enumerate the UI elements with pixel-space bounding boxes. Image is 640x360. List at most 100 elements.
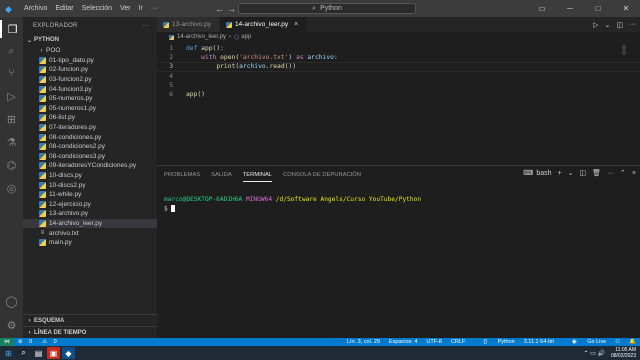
menu-editar[interactable]: Editar [51, 5, 77, 12]
menu-archivo[interactable]: Archivo [20, 5, 51, 12]
file-explorer-icon[interactable]: ▤ [32, 347, 45, 359]
maximize-icon[interactable]: □ [584, 0, 612, 17]
tree-file[interactable]: 12-ejercicio.py [23, 200, 157, 210]
tab-debug-console[interactable]: CONSOLA DE DEPURACIÓN [283, 169, 361, 181]
warnings-status[interactable]: ⚠ 0 [42, 339, 62, 345]
tab-14-archivo-leer[interactable]: 14-archivo_leer.py × [220, 17, 308, 32]
tree-file[interactable]: 08-condiciones2.py [23, 142, 157, 152]
trash-icon[interactable]: 🗑 [592, 169, 601, 177]
layout-icon[interactable]: ▭ [528, 0, 556, 17]
tree-file[interactable]: 03-funcion2.py [23, 75, 157, 85]
tab-output[interactable]: SALIDA [211, 169, 232, 181]
run-debug-icon[interactable]: ▷ [0, 87, 23, 105]
run-dropdown-icon[interactable]: ⌄ [605, 21, 611, 29]
tab-13-archivo[interactable]: 13-archivo.py [157, 17, 221, 32]
tree-file[interactable]: 01-tipo_dato.py [23, 56, 157, 66]
tree-item-label: 07-iteradores.py [49, 124, 96, 132]
folder-header[interactable]: ⌄ PYTHON [23, 34, 157, 46]
menu-ver[interactable]: Ver [116, 5, 135, 12]
testing-icon[interactable]: ⚗ [0, 133, 23, 151]
encoding[interactable]: UTF-8 [426, 339, 442, 345]
explorer-more-button[interactable]: ··· [142, 23, 149, 29]
menu-more[interactable]: ··· [147, 5, 162, 12]
menu-ir[interactable]: Ir [135, 5, 147, 12]
tree-file[interactable]: 09-iteradoresYCondiciones.py [23, 161, 157, 171]
tree-file[interactable]: 06-list.py [23, 113, 157, 123]
warning-count: 0 [53, 339, 57, 345]
shell-name[interactable]: bash [536, 170, 551, 177]
indentation[interactable]: Espacios: 4 [389, 339, 417, 345]
broadcast-icon: ◉ [571, 339, 577, 345]
tab-problems[interactable]: PROBLEMAS [164, 169, 200, 181]
tree-file[interactable]: 08-condiciones.py [23, 132, 157, 142]
search-icon[interactable]: ⌕ [17, 347, 30, 359]
tree-file[interactable]: main.py [23, 238, 157, 248]
remote-icon[interactable]: ◎ [0, 179, 23, 197]
tree-file[interactable]: 10-discs2.py [23, 180, 157, 190]
tree-file[interactable]: 10-discs.py [23, 171, 157, 181]
extensions-icon[interactable]: ⊞ [0, 110, 23, 128]
minimize-icon[interactable]: ─ [556, 0, 584, 17]
cursor-position[interactable]: Lín. 3, col. 29 [347, 339, 380, 345]
end-of-line[interactable]: CRLF [451, 339, 465, 345]
chevron-right-icon: › [28, 317, 31, 324]
tree-file[interactable]: 08-condiciones3.py [23, 152, 157, 162]
outline-section[interactable]: › ESQUEMA [23, 314, 157, 326]
minimap[interactable] [622, 45, 626, 55]
app-red-icon[interactable]: ▣ [47, 347, 60, 359]
chevron-down-icon[interactable]: ⌄ [568, 169, 574, 177]
search-icon[interactable]: ⌕ [0, 42, 23, 60]
code-editor[interactable]: 1 def app(): 2 with open('archivo.txt') … [157, 44, 640, 162]
tree-file[interactable]: 02-funcion.py [23, 65, 157, 75]
tree-file[interactable]: 05-numeros1.py [23, 104, 157, 114]
maximize-panel-icon[interactable]: ⌃ [620, 169, 626, 177]
tree-file[interactable]: ≡ archivo.txt [23, 228, 157, 238]
editor-tabs: 13-archivo.py 14-archivo_leer.py × ▷ ⌄ ◫… [157, 17, 640, 32]
accounts-icon[interactable]: ⚇ [615, 339, 620, 345]
split-terminal-icon[interactable]: ◫ [580, 169, 587, 177]
tree-file[interactable]: 04-funcion3.py [23, 84, 157, 94]
interpreter[interactable]: 3.11.1 64-bit [524, 339, 554, 345]
close-panel-icon[interactable]: × [632, 170, 636, 177]
errors-status[interactable]: ⊗ 0 [18, 339, 37, 345]
windows-start-icon[interactable]: ⊞ [2, 347, 15, 359]
menu-seleccion[interactable]: Selección [78, 5, 116, 12]
forward-arrow-icon[interactable]: → [224, 4, 239, 14]
language-mode[interactable]: {} Python [474, 339, 514, 345]
tree-item-label: 08-condiciones3.py [49, 152, 106, 160]
new-terminal-icon[interactable]: + [558, 170, 562, 177]
tree-file[interactable]: 05-numeros.py [23, 94, 157, 104]
breadcrumb: 14-archivo_leer.py › ⬡ app [157, 32, 640, 42]
breadcrumb-file[interactable]: 14-archivo_leer.py [177, 34, 226, 40]
command-center-search[interactable]: ⌕ Python [238, 3, 416, 14]
breadcrumb-symbol[interactable]: app [241, 34, 251, 40]
go-live-button[interactable]: ◉ Go Live [563, 339, 606, 345]
split-editor-icon[interactable]: ◫ [616, 21, 623, 29]
clock[interactable]: 11:05 AM 08/02/2023 [611, 347, 636, 359]
tree-file[interactable]: 14-archivo_leer.py [23, 218, 157, 229]
remote-indicator-icon[interactable]: ⋈ [0, 338, 14, 346]
account-icon[interactable]: ◯ [0, 292, 23, 310]
source-control-icon[interactable]: ⑂ [0, 64, 23, 82]
tree-file[interactable]: 13-archivo.py [23, 209, 157, 219]
explorer-sidebar: EXPLORADOR ··· ⌄ PYTHON › POO 01-tipo_dato… [23, 17, 157, 338]
run-file-icon[interactable]: ▷ [593, 21, 598, 29]
tree-file[interactable]: 07-iteradores.py [23, 123, 157, 133]
tab-terminal[interactable]: TERMINAL [242, 169, 273, 182]
tree-file[interactable]: 11-while.py [23, 190, 157, 200]
explorer-icon[interactable]: ❐ [0, 20, 23, 38]
python-icon[interactable]: ⌬ [0, 156, 23, 174]
tree-folder[interactable]: › POO [23, 46, 157, 56]
more-actions-icon[interactable]: ··· [629, 21, 636, 28]
timeline-section[interactable]: › LÍNEA DE TIEMPO [23, 326, 157, 338]
notifications-icon[interactable]: 🔔 [629, 339, 636, 345]
settings-icon[interactable]: ⚙ [0, 316, 23, 334]
terminal-output[interactable]: marco@DESKTOP-6ADIH6A MINGW64 /d/Softwar… [164, 196, 421, 214]
tray-icons[interactable]: ⌃ ▭ 🔊 [583, 350, 605, 357]
search-icon: ⌕ [312, 4, 317, 12]
text-file-icon: ≡ [40, 229, 45, 236]
more-actions-icon[interactable]: ··· [607, 170, 614, 177]
close-tab-icon[interactable]: × [294, 21, 298, 28]
vscode-taskbar-icon[interactable]: ◆ [62, 347, 75, 359]
close-window-icon[interactable]: ✕ [612, 0, 640, 17]
